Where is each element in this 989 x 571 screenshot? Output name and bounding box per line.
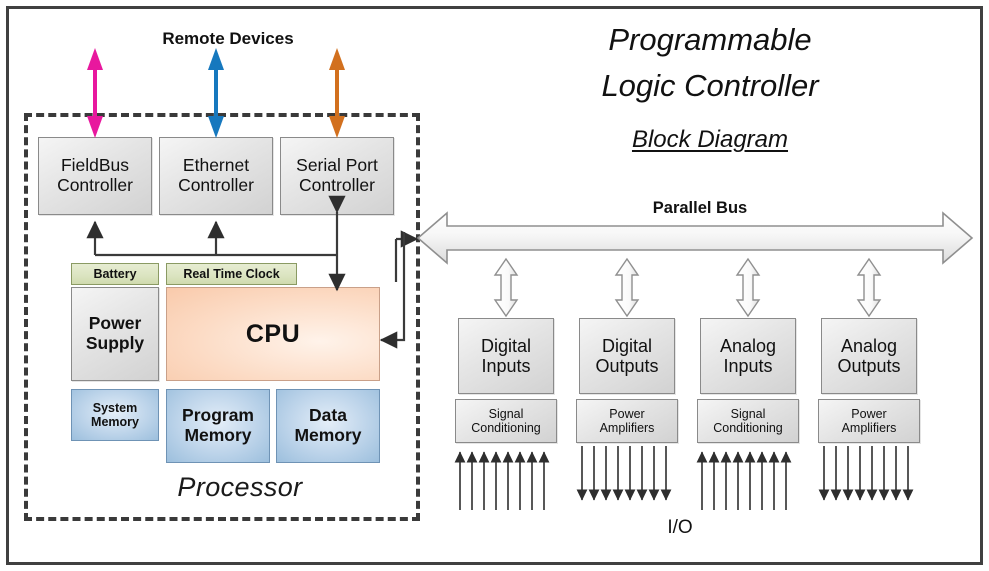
serial-port-remote-arrow xyxy=(329,48,345,138)
controller-internal-bus xyxy=(86,195,346,292)
analog-inputs-field-lines xyxy=(696,451,792,510)
plc-block-diagram: Programmable Logic Controller Block Diag… xyxy=(0,0,989,571)
analog-outputs-field-lines xyxy=(818,446,914,501)
digital-inputs-field-lines xyxy=(454,451,550,510)
cpu-to-parallel-bus-connector xyxy=(379,230,419,349)
ethernet-remote-arrow xyxy=(208,48,224,138)
fieldbus-remote-arrow xyxy=(87,48,103,138)
bus-to-module-arrows xyxy=(493,257,882,318)
digital-outputs-field-lines xyxy=(576,446,672,501)
connector-layer-background xyxy=(86,48,974,510)
parallel-bus-arrow xyxy=(416,211,974,265)
